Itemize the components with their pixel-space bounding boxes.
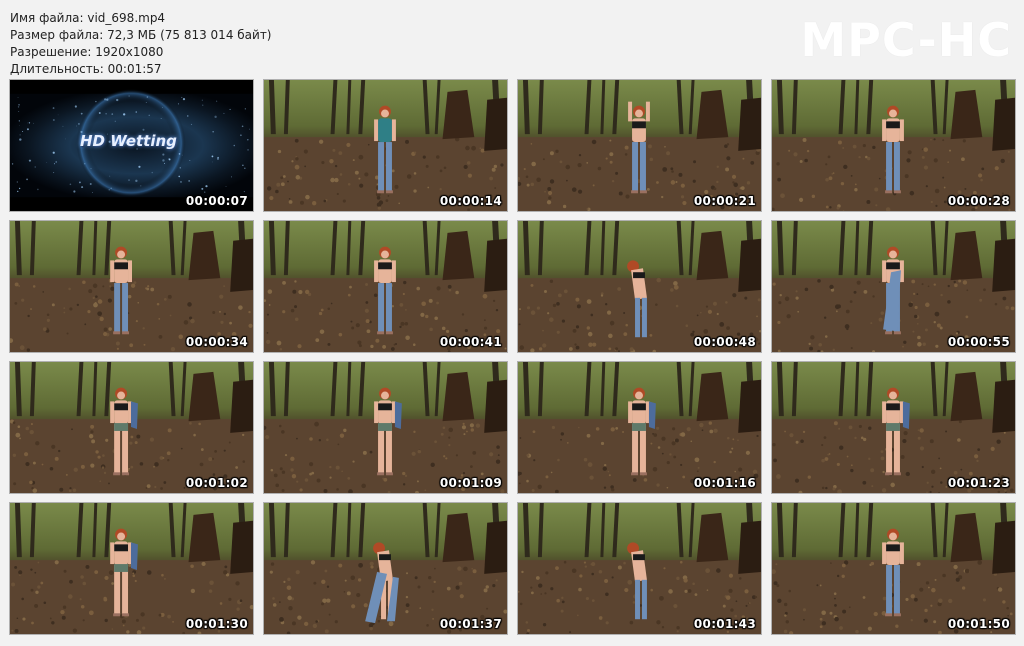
forest-frame-image [264,221,507,352]
forest-frame-image [10,362,253,493]
thumbnail-timestamp: 00:00:14 [439,194,502,208]
title-card-text: HD Wetting [80,132,177,150]
thumbnail-timestamp: 00:01:30 [185,617,248,631]
thumbnail-timestamp: 00:01:23 [947,476,1010,490]
forest-frame-image [772,80,1015,211]
thumbnail-timestamp: 00:01:43 [693,617,756,631]
thumbnail-timestamp: 00:01:37 [439,617,502,631]
forest-frame-image [772,362,1015,493]
thumbnail-timestamp: 00:00:55 [947,335,1010,349]
thumbnail-timestamp: 00:01:16 [693,476,756,490]
file-name-label: Имя файла: vid_698.mp4 [10,11,166,25]
video-thumbnail: 00:00:21 [517,79,762,212]
forest-frame-image [518,221,761,352]
video-thumbnail: 00:01:50 [771,502,1016,635]
video-thumbnail: 00:00:28 [771,79,1016,212]
video-thumbnail: HD Wetting 00:00:07 [9,79,254,212]
video-thumbnail: 00:00:55 [771,220,1016,353]
video-thumbnail: 00:00:48 [517,220,762,353]
forest-frame-image [264,503,507,634]
thumbnail-timestamp: 00:00:41 [439,335,502,349]
resolution-label: Разрешение: 1920x1080 [10,45,164,59]
file-info-panel: Имя файла: vid_698.mp4 Размер файла: 72,… [10,10,272,78]
mpc-hc-logo: MPC-HC [800,13,1012,67]
video-thumbnail: 00:00:41 [263,220,508,353]
thumbnail-timestamp: 00:00:07 [185,194,248,208]
forest-frame-image [772,221,1015,352]
forest-frame-image [772,503,1015,634]
thumbnail-timestamp: 00:00:21 [693,194,756,208]
forest-frame-image [264,80,507,211]
video-thumbnail: 00:00:34 [9,220,254,353]
forest-frame-image [518,80,761,211]
forest-frame-image [518,362,761,493]
file-size-label: Размер файла: 72,3 МБ (75 813 014 байт) [10,28,272,42]
video-thumbnail: 00:01:09 [263,361,508,494]
video-thumbnail: 00:01:16 [517,361,762,494]
video-thumbnail: 00:01:02 [9,361,254,494]
video-thumbnail: 00:01:43 [517,502,762,635]
forest-frame-image [518,503,761,634]
duration-label: Длительность: 00:01:57 [10,62,162,76]
video-thumbnail: 00:00:14 [263,79,508,212]
thumbnail-timestamp: 00:00:34 [185,335,248,349]
thumbnail-timestamp: 00:01:50 [947,617,1010,631]
thumbnail-timestamp: 00:01:02 [185,476,248,490]
forest-frame-image [264,362,507,493]
forest-frame-image [10,503,253,634]
video-thumbnail: 00:01:23 [771,361,1016,494]
video-thumbnail: 00:01:37 [263,502,508,635]
forest-frame-image [10,221,253,352]
thumbnail-timestamp: 00:00:28 [947,194,1010,208]
thumbnail-timestamp: 00:01:09 [439,476,502,490]
thumbnail-timestamp: 00:00:48 [693,335,756,349]
video-thumbnail: 00:01:30 [9,502,254,635]
thumbnail-grid: HD Wetting 00:00:07 00:00:14 00:00:21 00:00:… [9,79,1016,636]
